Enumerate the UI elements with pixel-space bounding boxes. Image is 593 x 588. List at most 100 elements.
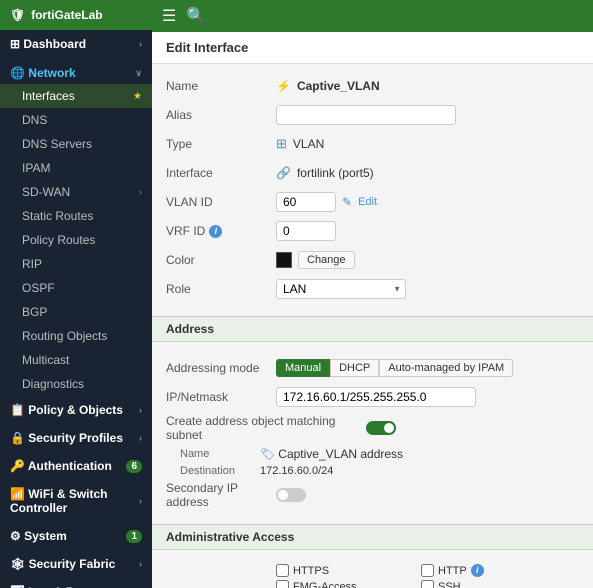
admin-access-section-header: Administrative Access <box>152 524 593 550</box>
vlan-id-input[interactable] <box>276 192 336 212</box>
auth-badge: 6 <box>126 460 142 473</box>
sidebar-item-static-routes[interactable]: Static Routes <box>0 204 152 228</box>
top-bar: ☰ 🔍 <box>152 0 593 32</box>
type-label: Type <box>166 137 276 151</box>
address-section-header: Address <box>152 316 593 342</box>
sidebar-item-network[interactable]: 🌐 Network ∨ <box>0 58 152 84</box>
sidebar-item-policy-routes[interactable]: Policy Routes <box>0 228 152 252</box>
color-swatch[interactable] <box>276 252 292 268</box>
checkbox-fmg: FMG-Access <box>276 580 421 588</box>
sidebar-item-ipam[interactable]: IPAM <box>0 156 152 180</box>
sidebar-item-multicast[interactable]: Multicast <box>0 348 152 372</box>
sidebar-item-wifi-switch[interactable]: 📶 WiFi & Switch Controller › <box>0 480 152 522</box>
role-label: Role <box>166 282 276 296</box>
https-checkbox[interactable] <box>276 564 289 577</box>
sidebar-item-ospf[interactable]: OSPF <box>0 276 152 300</box>
vrf-info-icon[interactable]: i <box>209 225 222 238</box>
addr-dest-row: Destination 172.16.60.0/24 <box>180 465 579 477</box>
app-logo[interactable]: 🛡 fortiGateLab <box>0 0 152 30</box>
main-panel: ☰ 🔍 Edit Interface Name ⚡ Captive_VLAN A… <box>152 0 593 588</box>
interface-icon: 🔗 <box>276 166 291 180</box>
sidebar-item-dashboard[interactable]: ⊞ Dashboard › <box>0 30 152 58</box>
hamburger-icon[interactable]: ☰ <box>162 6 176 26</box>
secondary-ip-row: Secondary IP address <box>166 481 579 509</box>
name-row: Name ⚡ Captive_VLAN <box>166 74 579 98</box>
logo-icon: 🛡 <box>10 8 25 22</box>
sidebar-item-security-profiles[interactable]: 🔒 Security Profiles › <box>0 424 152 452</box>
edit-vlan-link[interactable]: Edit <box>358 196 377 208</box>
color-label: Color <box>166 253 276 267</box>
addr-mode-label: Addressing mode <box>166 361 276 375</box>
addr-name-row: Name 🏷 Captive_VLAN address <box>180 447 579 461</box>
vlan-id-label: VLAN ID <box>166 195 276 209</box>
name-label: Name <box>166 79 276 93</box>
sidebar-item-dns[interactable]: DNS <box>0 108 152 132</box>
secondary-ip-label: Secondary IP address <box>166 481 276 509</box>
sidebar-item-security-fabric[interactable]: 🕸 Security Fabric › <box>0 550 152 578</box>
sidebar-item-policy-objects[interactable]: 📋 Policy & Objects › <box>0 396 152 424</box>
addr-mode-group: Manual DHCP Auto-managed by IPAM <box>276 359 513 377</box>
interface-value: fortilink (port5) <box>297 166 374 180</box>
sidebar-item-authentication[interactable]: 🔑 Authentication 6 <box>0 452 152 480</box>
role-select-wrapper: LAN WAN DMZ <box>276 279 406 299</box>
ssh-checkbox[interactable] <box>421 580 434 588</box>
alias-label: Alias <box>166 108 276 122</box>
ip-netmask-row: IP/Netmask <box>166 385 579 409</box>
role-select[interactable]: LAN WAN DMZ <box>276 279 406 299</box>
mode-ipam-button[interactable]: Auto-managed by IPAM <box>379 359 513 377</box>
basic-form: Name ⚡ Captive_VLAN Alias Type ⊞ VLAN <box>152 64 593 316</box>
vrf-id-row: VRF ID i <box>166 219 579 243</box>
vrf-id-label: VRF ID i <box>166 224 276 238</box>
admin-access-form: IPv4 HTTPS FMG-Access <box>152 554 593 588</box>
sidebar-item-dns-servers[interactable]: DNS Servers <box>0 132 152 156</box>
alias-input[interactable] <box>276 105 456 125</box>
ip-netmask-input[interactable] <box>276 387 476 407</box>
mode-manual-button[interactable]: Manual <box>276 359 330 377</box>
vrf-id-input[interactable] <box>276 221 336 241</box>
sidebar-item-log-report[interactable]: 📊 Log & Report › <box>0 578 152 588</box>
create-addr-row: Create address object matching subnet <box>166 414 579 442</box>
create-addr-label: Create address object matching subnet <box>166 414 366 442</box>
addr-dest-value: 172.16.60.0/24 <box>260 465 333 477</box>
ipv4-row: IPv4 HTTPS FMG-Access <box>166 564 579 588</box>
sidebar-item-diagnostics[interactable]: Diagnostics <box>0 372 152 396</box>
change-color-button[interactable]: Change <box>298 251 355 269</box>
sidebar-item-sd-wan[interactable]: SD-WAN › <box>0 180 152 204</box>
role-row: Role LAN WAN DMZ <box>166 277 579 301</box>
logo-text: fortiGateLab <box>31 8 102 22</box>
edit-link-icon: ✎ <box>342 195 352 209</box>
sidebar-item-system[interactable]: ⚙ System 1 <box>0 522 152 550</box>
sidebar-item-interfaces[interactable]: Interfaces ★ <box>0 84 152 108</box>
sidebar-item-bgp[interactable]: BGP <box>0 300 152 324</box>
color-row: Color Change <box>166 248 579 272</box>
type-value: VLAN <box>293 137 324 151</box>
vlan-icon: ⚡ <box>276 79 291 93</box>
addr-name-value: Captive_VLAN address <box>278 447 403 461</box>
vlan-type-icon: ⊞ <box>276 136 287 152</box>
mode-dhcp-button[interactable]: DHCP <box>330 359 379 377</box>
ip-netmask-label: IP/Netmask <box>166 390 276 404</box>
alias-row: Alias <box>166 103 579 127</box>
star-icon: ★ <box>133 91 142 102</box>
checkbox-http: HTTP i <box>421 564 566 577</box>
sidebar-item-rip[interactable]: RIP <box>0 252 152 276</box>
fmg-checkbox[interactable] <box>276 580 289 588</box>
system-badge: 1 <box>126 530 142 543</box>
addr-name-label: Name <box>180 448 260 460</box>
sidebar: 🛡 fortiGateLab ⊞ Dashboard › 🌐 Network ∨… <box>0 0 152 588</box>
interface-row: Interface 🔗 fortilink (port5) <box>166 161 579 185</box>
search-icon[interactable]: 🔍 <box>186 6 206 26</box>
address-form: Addressing mode Manual DHCP Auto-managed… <box>152 346 593 524</box>
secondary-ip-toggle[interactable] <box>276 488 306 502</box>
create-addr-toggle[interactable] <box>366 421 396 435</box>
addr-dest-label: Destination <box>180 465 260 477</box>
addr-name-icon: 🏷 <box>260 447 275 461</box>
sidebar-item-routing-objects[interactable]: Routing Objects <box>0 324 152 348</box>
page-title: Edit Interface <box>152 32 593 64</box>
content-area: Edit Interface Name ⚡ Captive_VLAN Alias… <box>152 32 593 588</box>
http-checkbox[interactable] <box>421 564 434 577</box>
checkbox-https: HTTPS <box>276 564 421 577</box>
addr-mode-row: Addressing mode Manual DHCP Auto-managed… <box>166 356 579 380</box>
name-value: Captive_VLAN <box>297 79 380 93</box>
http-info-icon[interactable]: i <box>471 564 484 577</box>
